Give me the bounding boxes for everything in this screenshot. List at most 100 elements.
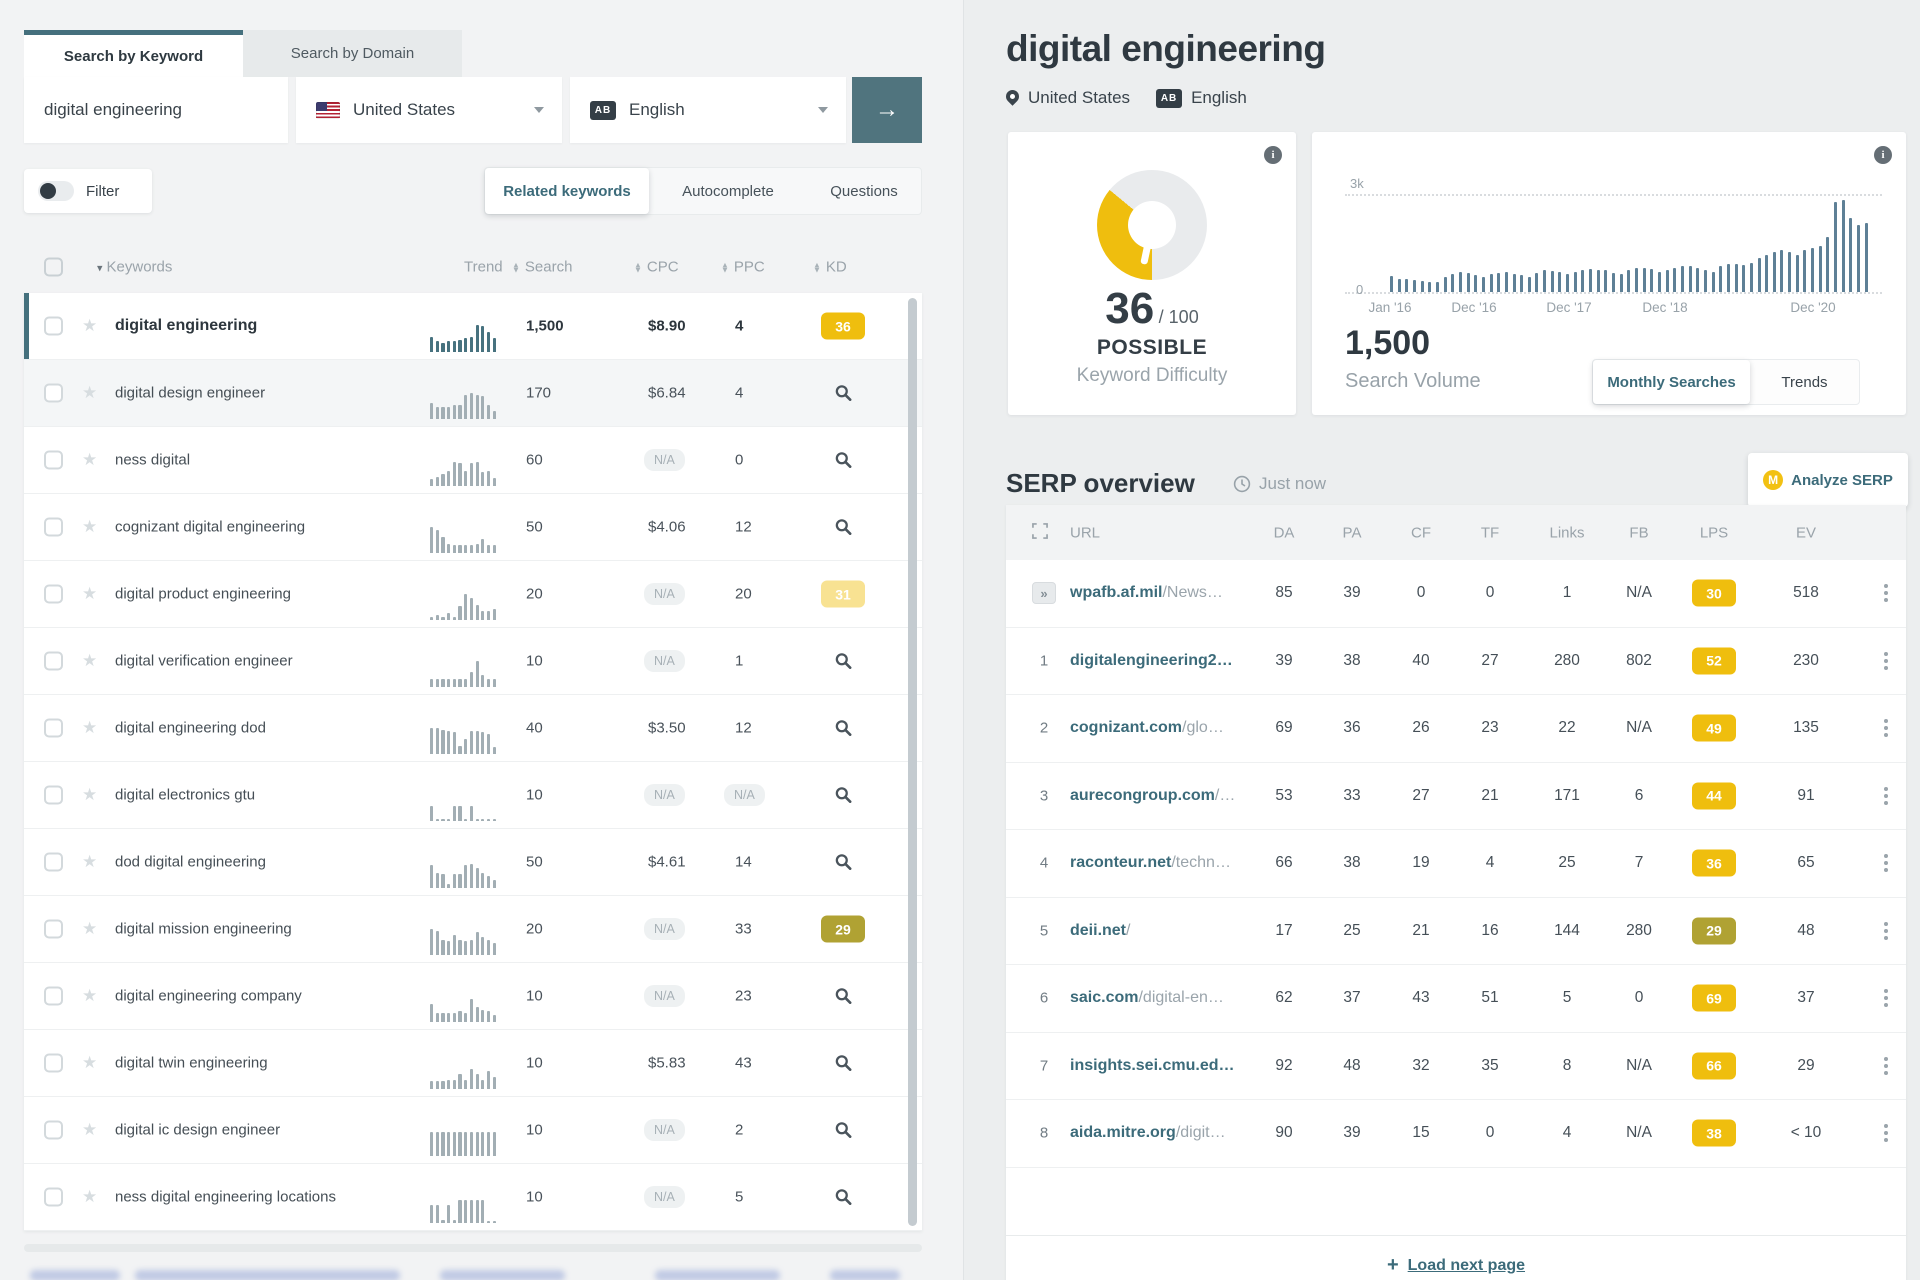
- row-checkbox[interactable]: [44, 786, 63, 805]
- serp-url-link[interactable]: cognizant.com/glo…: [1070, 719, 1224, 737]
- tab-monthly-searches[interactable]: Monthly Searches: [1593, 360, 1750, 404]
- serp-url-link[interactable]: insights.sei.cmu.ed…: [1070, 1057, 1234, 1075]
- keyword-row[interactable]: ★ ness digital 60 N/A 0: [24, 427, 922, 494]
- serp-row[interactable]: » wpafb.af.mil/News… 8539001N/A 30 518: [1006, 560, 1906, 628]
- star-icon[interactable]: ★: [82, 450, 97, 470]
- tab-search-by-domain[interactable]: Search by Domain: [243, 30, 462, 77]
- serp-url-link[interactable]: raconteur.net/techn…: [1070, 854, 1231, 872]
- kd-cell[interactable]: 36: [819, 313, 867, 340]
- filter-toggle[interactable]: Filter: [24, 169, 152, 213]
- kd-cell[interactable]: [819, 384, 867, 403]
- kebab-menu-icon[interactable]: [1884, 652, 1888, 670]
- serp-row[interactable]: 8 aida.mitre.org/digit… 90391504N/A 38 <…: [1006, 1100, 1906, 1168]
- tab-related-keywords[interactable]: Related keywords: [485, 168, 649, 214]
- keyword-row[interactable]: ★ cognizant digital engineering 50 $4.06…: [24, 494, 922, 561]
- column-header-keywords[interactable]: ▾Keywords: [97, 258, 172, 275]
- row-checkbox[interactable]: [44, 317, 63, 336]
- serp-url-link[interactable]: digitalengineering2…: [1070, 652, 1233, 670]
- serp-row[interactable]: 4 raconteur.net/techn… 6638194257 36 65: [1006, 830, 1906, 898]
- kd-cell[interactable]: [819, 652, 867, 671]
- keyword-row[interactable]: ★ digital twin engineering 10 $5.83 43: [24, 1030, 922, 1097]
- keyword-row[interactable]: ★ digital engineering dod 40 $3.50 12: [24, 695, 922, 762]
- keyword-row[interactable]: ★ digital electronics gtu 10 N/A N/A: [24, 762, 922, 829]
- kd-cell[interactable]: [819, 1121, 867, 1140]
- keyword-row[interactable]: ★ digital verification engineer 10 N/A 1: [24, 628, 922, 695]
- star-icon[interactable]: ★: [82, 1120, 97, 1140]
- row-checkbox[interactable]: [44, 853, 63, 872]
- star-icon[interactable]: ★: [82, 383, 97, 403]
- expand-icon[interactable]: [1032, 523, 1048, 543]
- column-header-ppc[interactable]: ▲▼PPC: [721, 258, 765, 275]
- column-header-kd[interactable]: ▲▼KD: [813, 258, 847, 275]
- kd-cell[interactable]: [819, 719, 867, 738]
- star-icon[interactable]: ★: [82, 919, 97, 939]
- column-header-cpc[interactable]: ▲▼CPC: [634, 258, 679, 275]
- kebab-menu-icon[interactable]: [1884, 719, 1888, 737]
- keyword-search-input[interactable]: [24, 77, 288, 143]
- serp-url-link[interactable]: aida.mitre.org/digit…: [1070, 1124, 1226, 1142]
- serp-row[interactable]: 3 aurecongroup.com/… 533327211716 44 91: [1006, 763, 1906, 831]
- kd-cell[interactable]: [819, 1188, 867, 1207]
- column-header-search[interactable]: ▲▼Search: [512, 258, 572, 275]
- tab-trends[interactable]: Trends: [1750, 360, 1859, 404]
- serp-url-link[interactable]: deii.net/: [1070, 922, 1130, 940]
- kd-cell[interactable]: 29: [819, 916, 867, 943]
- kebab-menu-icon[interactable]: [1884, 854, 1888, 872]
- star-icon[interactable]: ★: [82, 1053, 97, 1073]
- row-checkbox[interactable]: [44, 719, 63, 738]
- tab-questions[interactable]: Questions: [807, 168, 921, 214]
- horizontal-scrollbar[interactable]: [24, 1244, 922, 1252]
- kebab-menu-icon[interactable]: [1884, 989, 1888, 1007]
- keyword-row[interactable]: ★ ness digital engineering locations 10 …: [24, 1164, 922, 1231]
- row-checkbox[interactable]: [44, 585, 63, 604]
- kebab-menu-icon[interactable]: [1884, 922, 1888, 940]
- kd-cell[interactable]: [819, 786, 867, 805]
- keyword-row[interactable]: ★ digital product engineering 20 N/A 20 …: [24, 561, 922, 628]
- country-select[interactable]: United States: [296, 77, 562, 143]
- info-icon[interactable]: i: [1264, 146, 1282, 164]
- serp-row[interactable]: 2 cognizant.com/glo… 6936262322N/A 49 13…: [1006, 695, 1906, 763]
- tab-autocomplete[interactable]: Autocomplete: [649, 168, 807, 214]
- info-icon[interactable]: i: [1874, 146, 1892, 164]
- star-icon[interactable]: ★: [82, 584, 97, 604]
- keyword-row[interactable]: ★ digital engineering company 10 N/A 23: [24, 963, 922, 1030]
- serp-url-link[interactable]: wpafb.af.mil/News…: [1070, 584, 1223, 602]
- row-checkbox[interactable]: [44, 920, 63, 939]
- serp-row[interactable]: 6 saic.com/digital-en… 6237435150 69 37: [1006, 965, 1906, 1033]
- serp-url-link[interactable]: aurecongroup.com/…: [1070, 787, 1235, 805]
- kebab-menu-icon[interactable]: [1884, 584, 1888, 602]
- search-submit-button[interactable]: →: [852, 77, 922, 143]
- kd-cell[interactable]: 31: [819, 581, 867, 608]
- load-next-page-link[interactable]: Load next page: [1408, 1257, 1525, 1275]
- keyword-row[interactable]: ★ digital ic design engineer 10 N/A 2: [24, 1097, 922, 1164]
- kd-cell[interactable]: [819, 987, 867, 1006]
- star-icon[interactable]: ★: [82, 852, 97, 872]
- serp-row[interactable]: 1 digitalengineering2… 39384027280802 52…: [1006, 628, 1906, 696]
- star-icon[interactable]: ★: [82, 986, 97, 1006]
- keyword-row[interactable]: ★ dod digital engineering 50 $4.61 14: [24, 829, 922, 896]
- row-checkbox[interactable]: [44, 384, 63, 403]
- kebab-menu-icon[interactable]: [1884, 1057, 1888, 1075]
- row-checkbox[interactable]: [44, 1121, 63, 1140]
- row-checkbox[interactable]: [44, 1188, 63, 1207]
- star-icon[interactable]: ★: [82, 785, 97, 805]
- serp-row[interactable]: 7 insights.sei.cmu.ed… 924832358N/A 66 2…: [1006, 1033, 1906, 1101]
- serp-url-link[interactable]: saic.com/digital-en…: [1070, 989, 1224, 1007]
- keyword-row[interactable]: ★ digital engineering 1,500 $8.90 4 36: [24, 293, 922, 360]
- keyword-row[interactable]: ★ digital mission engineering 20 N/A 33 …: [24, 896, 922, 963]
- serp-row[interactable]: 5 deii.net/ 17252116144280 29 48: [1006, 898, 1906, 966]
- kd-cell[interactable]: [819, 518, 867, 537]
- kebab-menu-icon[interactable]: [1884, 1124, 1888, 1142]
- row-checkbox[interactable]: [44, 518, 63, 537]
- language-select[interactable]: AB English: [570, 77, 846, 143]
- analyze-serp-button[interactable]: M Analyze SERP: [1748, 453, 1908, 507]
- tab-search-by-keyword[interactable]: Search by Keyword: [24, 30, 243, 77]
- star-icon[interactable]: ★: [82, 517, 97, 537]
- kd-cell[interactable]: [819, 451, 867, 470]
- kebab-menu-icon[interactable]: [1884, 787, 1888, 805]
- keyword-row[interactable]: ★ digital design engineer 170 $6.84 4: [24, 360, 922, 427]
- row-checkbox[interactable]: [44, 652, 63, 671]
- kd-cell[interactable]: [819, 1054, 867, 1073]
- star-icon[interactable]: ★: [82, 316, 97, 336]
- vertical-scrollbar[interactable]: [908, 298, 917, 1226]
